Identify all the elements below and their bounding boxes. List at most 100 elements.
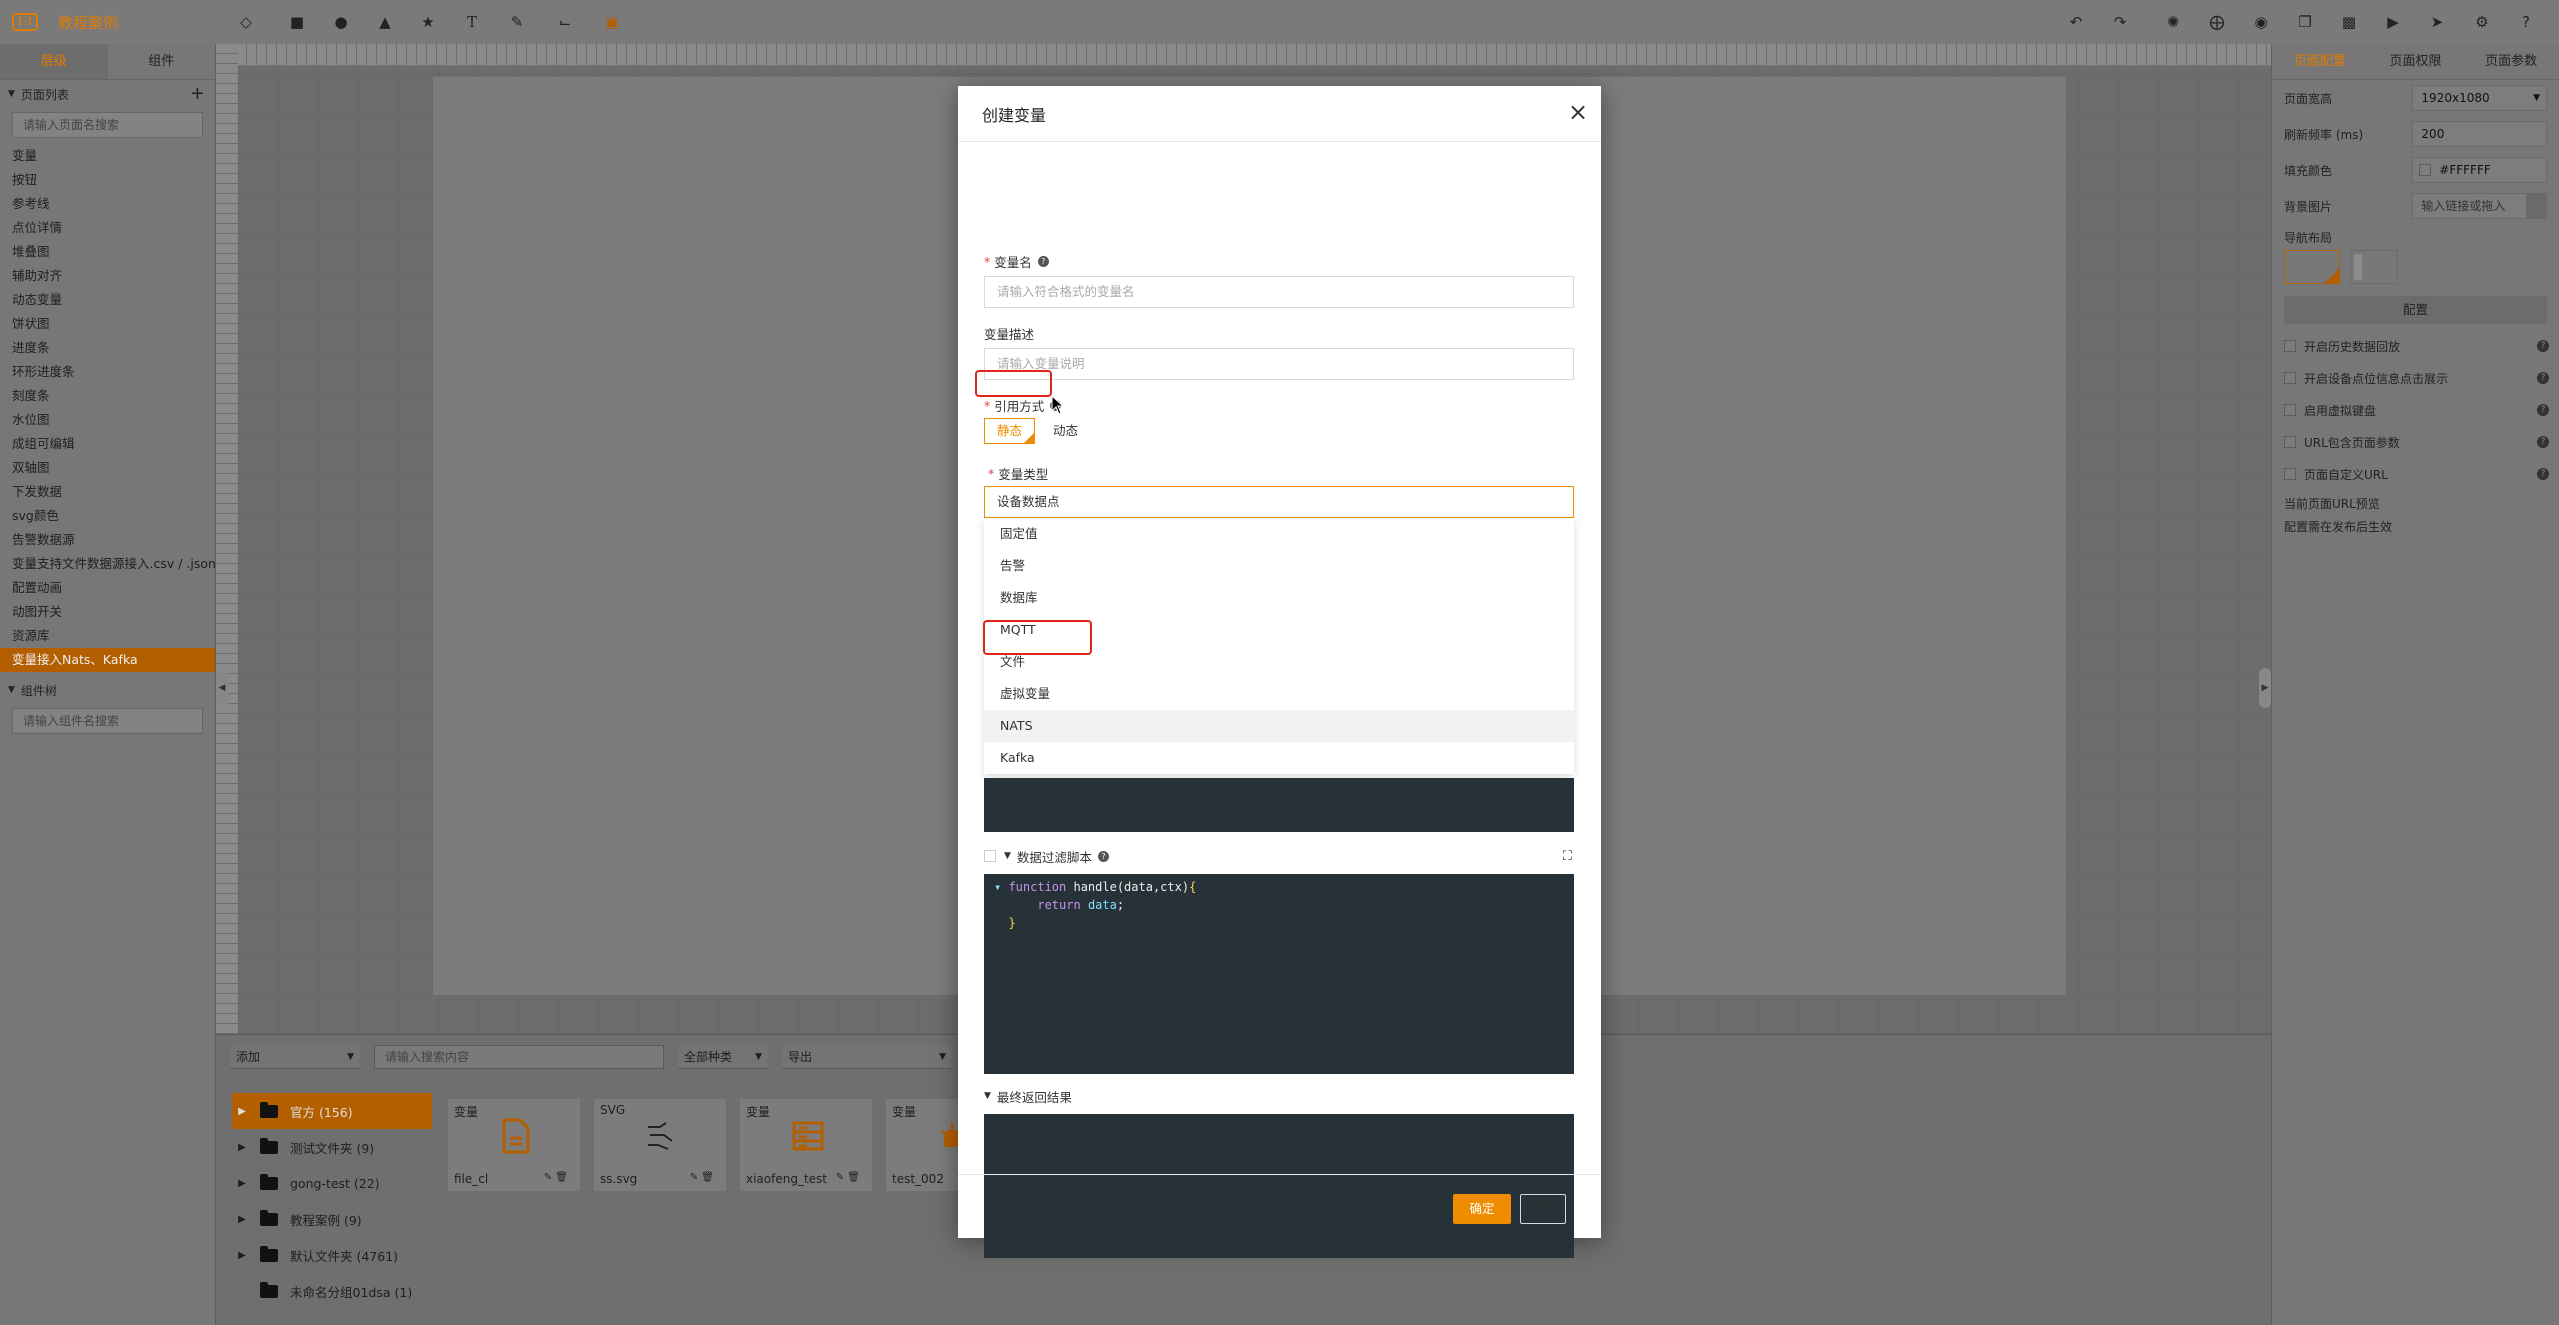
option-checkbox[interactable] xyxy=(2284,340,2296,352)
config-editor[interactable] xyxy=(984,778,1574,832)
color-swatch[interactable] xyxy=(2419,164,2432,176)
folder-item[interactable]: ▶ 默认文件夹 (4761) xyxy=(232,1237,432,1273)
copy-icon[interactable]: ❐ xyxy=(2295,12,2315,32)
play-icon[interactable]: ▶ xyxy=(2383,12,2403,32)
var-type-option[interactable]: Kafka xyxy=(984,742,1574,774)
option-checkbox[interactable] xyxy=(2284,404,2296,416)
nav-layout-option-left[interactable] xyxy=(2350,250,2398,284)
page-list-item[interactable]: 动态变量 xyxy=(0,288,215,312)
circle-icon[interactable]: ● xyxy=(331,12,351,32)
page-list-item[interactable]: 进度条 xyxy=(0,336,215,360)
settings-icon[interactable]: ⚙ xyxy=(2472,12,2492,32)
nav-layout-option-top[interactable] xyxy=(2284,250,2340,284)
edit-delete-icons[interactable]: ✎ 🗑 xyxy=(544,1172,568,1183)
help-icon[interactable]: ? xyxy=(2537,404,2549,416)
tab-components[interactable]: 组件 xyxy=(108,44,216,79)
pen-icon[interactable]: ✎ xyxy=(507,12,527,32)
page-list-item[interactable]: 刻度条 xyxy=(0,384,215,408)
page-list-item[interactable]: 告警数据源 xyxy=(0,528,215,552)
page-list-item[interactable]: 辅助对齐 xyxy=(0,264,215,288)
config-button[interactable]: 配置 xyxy=(2284,296,2547,324)
caret-right-icon[interactable]: ▶ xyxy=(232,1106,252,1117)
page-list-item[interactable]: 参考线 xyxy=(0,192,215,216)
caret-right-icon[interactable]: ▶ xyxy=(232,1142,252,1153)
page-list-item[interactable]: 按钮 xyxy=(0,168,215,192)
option-checkbox[interactable] xyxy=(2284,372,2296,384)
type-select[interactable]: 全部种类 ▼ xyxy=(678,1045,768,1069)
page-list-item[interactable]: 环形进度条 xyxy=(0,360,215,384)
redo-icon[interactable]: ↷ xyxy=(2110,12,2130,32)
component-tree-header[interactable]: ▼ 组件树 xyxy=(0,676,215,704)
upload-icon[interactable] xyxy=(2526,194,2546,218)
asset-card[interactable]: 变量 test_002 xyxy=(886,1099,963,1191)
triangle-icon[interactable]: ▲ xyxy=(375,12,395,32)
help-icon[interactable]: ? xyxy=(2537,468,2549,480)
caret-down-icon[interactable]: ▼ xyxy=(984,1091,991,1101)
page-list-item[interactable]: 水位图 xyxy=(0,408,215,432)
page-list-item[interactable]: 饼状图 xyxy=(0,312,215,336)
confirm-button[interactable]: 确定 xyxy=(1453,1194,1511,1224)
page-list-item[interactable]: 变量 xyxy=(0,144,215,168)
collapse-left-handle[interactable]: ◀ xyxy=(216,668,228,708)
bug-icon[interactable]: ✺ xyxy=(2163,12,2183,32)
help-icon[interactable]: ? xyxy=(2537,340,2549,352)
page-list-item[interactable]: svg颜色 xyxy=(0,504,215,528)
folder-item[interactable]: ▶ 官方 (156) xyxy=(232,1093,432,1129)
page-list-item[interactable]: 堆叠图 xyxy=(0,240,215,264)
filter-script-editor[interactable]: ▾ function handle(data,ctx){ return data… xyxy=(984,874,1574,1074)
asset-search-input[interactable]: 请输入搜索内容 xyxy=(374,1045,664,1069)
tab-layers[interactable]: 层级 xyxy=(0,44,108,79)
fit-icon[interactable]: ⨁ xyxy=(2207,12,2227,32)
close-icon[interactable]: × xyxy=(1565,100,1591,126)
page-list-item[interactable]: 变量支持文件数据源接入.csv / .json xyxy=(0,552,215,576)
publish-icon[interactable]: ➤ xyxy=(2427,12,2447,32)
var-type-option[interactable]: NATS xyxy=(984,710,1574,742)
ai-icon[interactable]: ◉ xyxy=(2251,12,2271,32)
caret-right-icon[interactable]: ▶ xyxy=(232,1178,252,1189)
help-icon[interactable]: ? xyxy=(1097,850,1109,862)
caret-right-icon[interactable]: ▶ xyxy=(232,1250,252,1261)
option-checkbox[interactable] xyxy=(2284,468,2296,480)
page-list-item[interactable]: 配置动画 xyxy=(0,576,215,600)
image-icon[interactable]: ▣ xyxy=(602,12,622,32)
rect-icon[interactable]: ■ xyxy=(287,12,307,32)
refresh-rate-input[interactable]: 200 xyxy=(2412,121,2547,147)
var-type-option[interactable]: 告警 xyxy=(984,550,1574,582)
help-icon[interactable]: ? xyxy=(1037,256,1049,267)
tab-page-params[interactable]: 页面参数 xyxy=(2463,44,2559,79)
star-icon[interactable]: ★ xyxy=(418,12,438,32)
folder-item[interactable]: ▶ 教程案例 (9) xyxy=(232,1201,432,1237)
option-checkbox[interactable] xyxy=(2284,436,2296,448)
page-list-item[interactable]: 资源库 xyxy=(0,624,215,648)
asset-card[interactable]: 变量 xiaofeng_test ✎ 🗑 xyxy=(740,1099,872,1191)
folder-item[interactable]: 未命名分组01dsa (1) xyxy=(232,1273,432,1309)
var-name-input[interactable]: 请输入符合格式的变量名 xyxy=(984,276,1574,308)
save-icon[interactable]: ▩ xyxy=(2339,12,2359,32)
page-list-item[interactable]: 点位详情 xyxy=(0,216,215,240)
folder-item[interactable]: ▶ 测试文件夹 (9) xyxy=(232,1129,432,1165)
page-list-item[interactable]: 双轴图 xyxy=(0,456,215,480)
fill-color-input[interactable]: #FFFFFF xyxy=(2412,157,2547,183)
page-list-item[interactable]: 变量接入Nats、Kafka xyxy=(0,648,215,672)
var-desc-input[interactable]: 请输入变量说明 xyxy=(984,348,1574,380)
help-icon[interactable]: ? xyxy=(2537,436,2549,448)
tab-page-config[interactable]: 页面配置 xyxy=(2272,44,2368,79)
edit-delete-icons[interactable]: ✎ 🗑 xyxy=(690,1172,714,1183)
var-type-select[interactable]: 设备数据点 xyxy=(984,486,1574,518)
add-page-icon[interactable]: + xyxy=(190,83,205,104)
edit-delete-icons[interactable]: ✎ 🗑 xyxy=(836,1172,860,1183)
asset-card[interactable]: 变量 file_cl ✎ 🗑 xyxy=(448,1099,580,1191)
collapse-right-handle[interactable]: ▶ xyxy=(2259,668,2271,708)
page-search-input[interactable]: 请输入页面名搜索 xyxy=(12,112,203,138)
component-search-input[interactable]: 请输入组件名搜索 xyxy=(12,708,203,734)
var-type-option[interactable]: 虚拟变量 xyxy=(984,678,1574,710)
page-list-item[interactable]: 成组可编辑 xyxy=(0,432,215,456)
page-list-item[interactable]: 动图开关 xyxy=(0,600,215,624)
caret-down-icon[interactable]: ▼ xyxy=(1004,851,1011,861)
cancel-button[interactable]: 取消 xyxy=(1520,1194,1566,1224)
filter-script-checkbox[interactable] xyxy=(984,850,996,862)
var-type-option[interactable]: 固定值 xyxy=(984,518,1574,550)
page-size-select[interactable]: 1920x1080 ▼ xyxy=(2412,85,2547,111)
undo-icon[interactable]: ↶ xyxy=(2066,12,2086,32)
ref-static-button[interactable]: 静态 xyxy=(984,418,1036,444)
